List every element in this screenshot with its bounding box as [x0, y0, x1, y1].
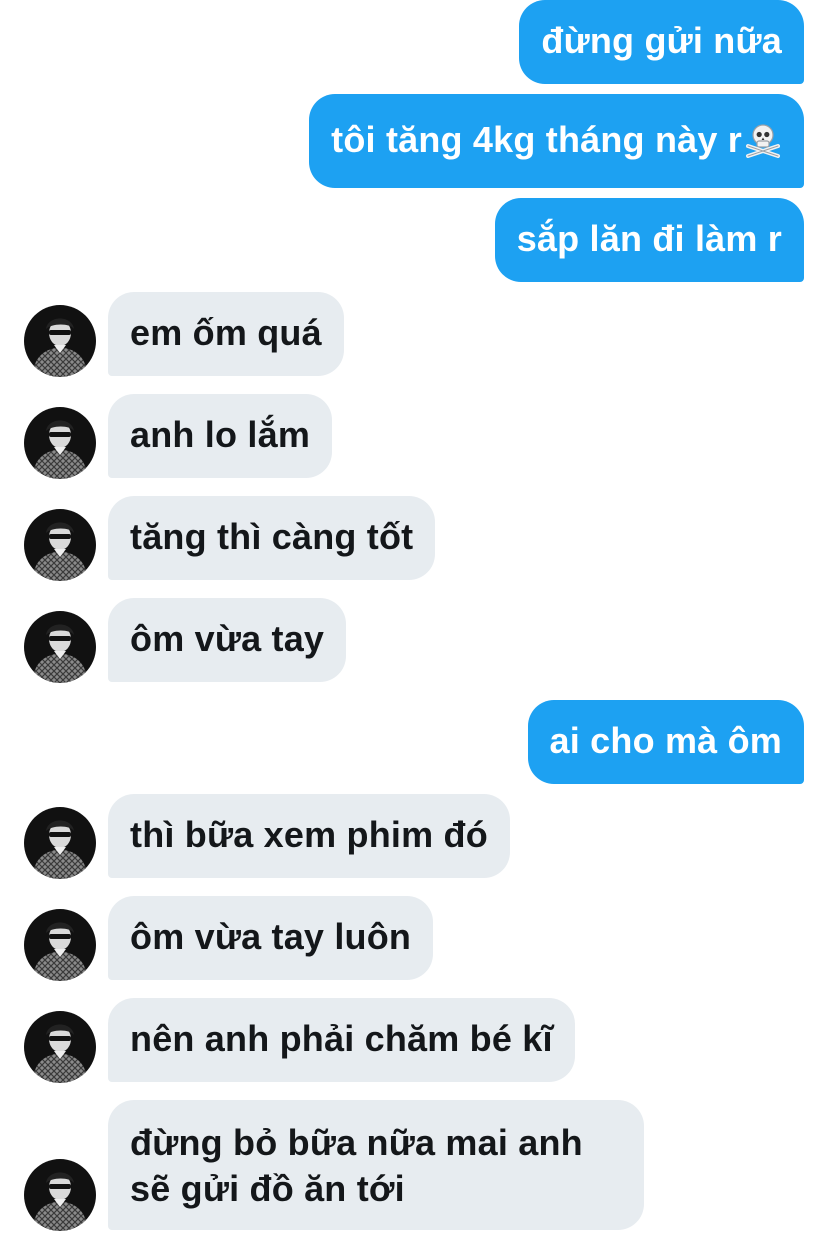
outgoing-message[interactable]: ai cho mà ôm: [527, 700, 804, 784]
incoming-message[interactable]: nên anh phải chăm bé kĩ: [108, 998, 575, 1082]
message-text: tôi tăng 4kg tháng này r: [331, 119, 742, 160]
incoming-message[interactable]: tăng thì càng tốt: [108, 496, 436, 580]
outgoing-message[interactable]: đừng gửi nữa: [519, 0, 804, 84]
message-text: anh lo lắm: [130, 414, 311, 455]
incoming-message[interactable]: đừng bỏ bữa nữa mai anh sẽ gửi đồ ăn tới: [108, 1100, 644, 1230]
skull-crossbones-icon: [744, 120, 782, 158]
message-text: ôm vừa tay luôn: [130, 916, 412, 957]
contact-avatar[interactable]: [24, 305, 96, 377]
incoming-message[interactable]: anh lo lắm: [108, 394, 333, 478]
message-text-line: sẽ gửi đồ ăn tới: [130, 1168, 405, 1209]
message-text: sắp lăn đi làm r: [516, 218, 782, 259]
incoming-message[interactable]: thì bữa xem phim đó: [108, 794, 510, 878]
incoming-message[interactable]: ôm vừa tay: [108, 598, 347, 682]
message-text: thì bữa xem phim đó: [130, 814, 488, 855]
contact-avatar[interactable]: [24, 611, 96, 683]
contact-avatar[interactable]: [24, 1159, 96, 1231]
contact-avatar[interactable]: [24, 509, 96, 581]
message-text: nên anh phải chăm bé kĩ: [130, 1018, 553, 1059]
contact-avatar[interactable]: [24, 909, 96, 981]
outgoing-message[interactable]: sắp lăn đi làm r: [494, 198, 804, 282]
message-text: ôm vừa tay: [130, 618, 325, 659]
message-text: ai cho mà ôm: [549, 720, 782, 761]
message-text: tăng thì càng tốt: [130, 516, 414, 557]
message-text: em ốm quá: [130, 312, 322, 353]
contact-avatar[interactable]: [24, 407, 96, 479]
outgoing-message[interactable]: tôi tăng 4kg tháng này r: [309, 94, 804, 188]
contact-avatar[interactable]: [24, 1011, 96, 1083]
incoming-message[interactable]: ôm vừa tay luôn: [108, 896, 434, 980]
message-text: đừng gửi nữa: [541, 20, 782, 61]
contact-avatar[interactable]: [24, 807, 96, 879]
incoming-message[interactable]: em ốm quá: [108, 292, 344, 376]
message-text-line: đừng bỏ bữa nữa mai anh: [130, 1122, 583, 1163]
